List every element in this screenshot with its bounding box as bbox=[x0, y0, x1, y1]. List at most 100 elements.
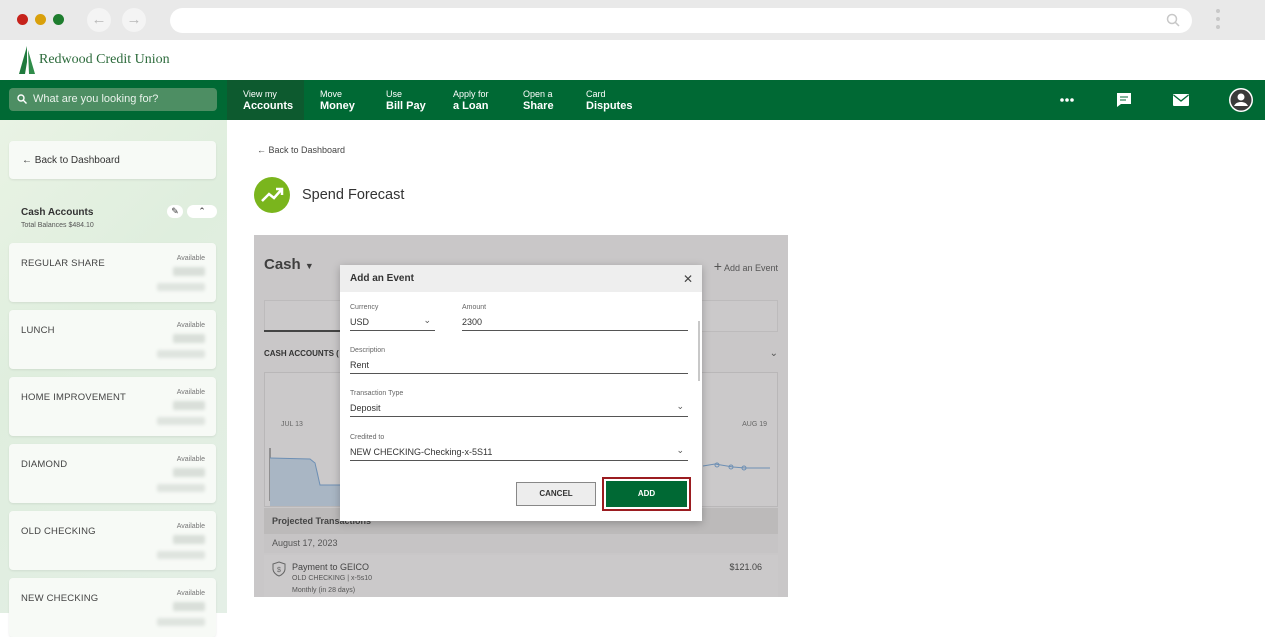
available-label: Available bbox=[176, 322, 205, 329]
section-label: CASH ACCOUNTS ( bbox=[264, 349, 339, 358]
brand-name: Redwood Credit Union bbox=[39, 52, 170, 67]
nav-label-line1: Card bbox=[586, 89, 606, 99]
blurred-detail bbox=[157, 618, 205, 626]
chevron-down-icon: ⌄ bbox=[423, 315, 431, 325]
blurred-detail bbox=[157, 417, 205, 425]
date-header: August 17, 2023 bbox=[264, 534, 778, 553]
account-card-home-improvement[interactable]: HOME IMPROVEMENT Available bbox=[9, 377, 216, 436]
cash-accounts-total: Total Balances $484.10 bbox=[21, 222, 94, 229]
nav-open-share[interactable]: Open a Share bbox=[523, 80, 554, 120]
edit-icon[interactable]: ✎ bbox=[167, 205, 183, 218]
account-name: NEW CHECKING bbox=[21, 593, 99, 604]
address-bar[interactable] bbox=[170, 8, 1192, 33]
back-to-dashboard-button[interactable]: ← Back to Dashboard bbox=[9, 141, 216, 179]
currency-value: USD bbox=[350, 317, 370, 327]
nav-label-line2: Bill Pay bbox=[386, 100, 426, 112]
transaction-frequency: Monthly (in 28 days) bbox=[292, 587, 356, 594]
cash-dropdown-label: Cash bbox=[264, 256, 301, 273]
account-name: DIAMOND bbox=[21, 459, 68, 470]
available-label: Available bbox=[176, 456, 205, 463]
account-card-regular-share[interactable]: REGULAR SHARE Available bbox=[9, 243, 216, 302]
nav-card-disputes[interactable]: Card Disputes bbox=[586, 80, 632, 120]
breadcrumb-back-link[interactable]: ← Back to Dashboard bbox=[257, 145, 345, 155]
add-event-link[interactable]: + Add an Event bbox=[714, 258, 778, 274]
nav-apply-loan[interactable]: Apply for a Loan bbox=[453, 80, 489, 120]
browser-menu-icon[interactable] bbox=[1216, 9, 1222, 33]
plus-icon: + bbox=[713, 258, 722, 274]
blurred-detail bbox=[157, 484, 205, 492]
chevron-down-icon: ⌄ bbox=[676, 401, 684, 411]
transaction-title: Payment to GEICO bbox=[292, 562, 370, 572]
logo[interactable]: Redwood Credit Union bbox=[18, 46, 170, 74]
cancel-button[interactable]: CANCEL bbox=[516, 482, 596, 506]
blurred-balance bbox=[173, 468, 205, 477]
account-name: HOME IMPROVEMENT bbox=[21, 392, 127, 403]
brand-bar: Redwood Credit Union bbox=[0, 40, 1265, 80]
trending-up-icon bbox=[254, 177, 290, 213]
nav-view-accounts[interactable]: View my Accounts bbox=[227, 80, 304, 120]
add-event-modal: Add an Event ✕ Currency USD ⌄ Amount 2300… bbox=[340, 265, 702, 521]
svg-text:$: $ bbox=[277, 567, 281, 574]
mail-icon[interactable] bbox=[1172, 91, 1190, 109]
nav-label-line1: Apply for bbox=[453, 89, 489, 99]
profile-icon[interactable] bbox=[1229, 88, 1253, 112]
nav-label-line1: View my bbox=[243, 89, 277, 99]
search-placeholder: What are you looking for? bbox=[33, 93, 159, 105]
forward-arrow-icon[interactable]: → bbox=[122, 8, 146, 32]
credited-to-select[interactable]: Credited to NEW CHECKING-Checking-x-5S11… bbox=[350, 434, 688, 461]
search-input[interactable]: What are you looking for? bbox=[9, 88, 217, 111]
back-arrow-icon: ← bbox=[257, 145, 266, 155]
close-window-dot[interactable] bbox=[17, 14, 28, 25]
minimize-window-dot[interactable] bbox=[35, 14, 46, 25]
blurred-balance bbox=[173, 334, 205, 343]
blurred-balance bbox=[173, 401, 205, 410]
cash-dropdown[interactable]: Cash ▼ bbox=[264, 256, 314, 273]
available-label: Available bbox=[176, 523, 205, 530]
description-field[interactable]: Description Rent bbox=[350, 347, 688, 374]
redwood-tree-icon bbox=[19, 46, 35, 74]
back-arrow-icon[interactable]: ← bbox=[87, 8, 111, 32]
dollar-shield-icon: $ bbox=[272, 561, 286, 577]
available-label: Available bbox=[176, 590, 205, 597]
nav-label-line2: a Loan bbox=[453, 100, 489, 112]
account-card-lunch[interactable]: LUNCH Available bbox=[9, 310, 216, 369]
description-value: Rent bbox=[350, 360, 688, 374]
nav-move-money[interactable]: Move Money bbox=[320, 80, 355, 120]
back-arrow-icon: ← bbox=[22, 155, 32, 166]
nav-bill-pay[interactable]: Use Bill Pay bbox=[386, 80, 426, 120]
transaction-account: OLD CHECKING | x-5s10 bbox=[292, 575, 373, 582]
nav-label-line2: Money bbox=[320, 100, 355, 112]
browser-chrome: ← → bbox=[0, 0, 1265, 40]
accounts-sidebar: ← Back to Dashboard Cash Accounts Total … bbox=[0, 120, 227, 637]
maximize-window-dot[interactable] bbox=[53, 14, 64, 25]
credited-to-value: NEW CHECKING-Checking-x-5S11 bbox=[350, 447, 493, 457]
breadcrumb-label: Back to Dashboard bbox=[268, 145, 346, 155]
chevron-down-icon[interactable]: ⌄ bbox=[770, 348, 778, 359]
blurred-balance bbox=[173, 602, 205, 611]
transaction-type-select[interactable]: Transaction Type Deposit ⌄ bbox=[350, 390, 688, 417]
chat-icon[interactable] bbox=[1115, 91, 1133, 109]
transaction-row[interactable]: $ Payment to GEICO OLD CHECKING | x-5s10… bbox=[264, 555, 778, 597]
chevron-up-icon[interactable]: ⌃ bbox=[187, 205, 217, 218]
account-name: OLD CHECKING bbox=[21, 526, 96, 537]
modal-scrollbar[interactable] bbox=[698, 321, 700, 381]
blurred-detail bbox=[157, 350, 205, 358]
search-icon bbox=[1166, 13, 1180, 27]
account-card-new-checking[interactable]: NEW CHECKING Available bbox=[9, 578, 216, 637]
currency-label: Currency bbox=[350, 304, 379, 311]
close-icon[interactable]: ✕ bbox=[683, 272, 693, 286]
amount-field[interactable]: Amount 2300 bbox=[462, 304, 688, 331]
nav-label-line2: Accounts bbox=[243, 100, 294, 112]
currency-select[interactable]: Currency USD ⌄ bbox=[350, 304, 435, 331]
account-card-diamond[interactable]: DIAMOND Available bbox=[9, 444, 216, 503]
add-event-label: Add an Event bbox=[723, 263, 778, 273]
page-title: Spend Forecast bbox=[302, 187, 405, 203]
search-icon bbox=[17, 94, 27, 104]
blurred-balance bbox=[173, 267, 205, 276]
add-button[interactable]: ADD bbox=[606, 481, 687, 507]
amount-value: 2300 bbox=[462, 317, 688, 331]
more-icon[interactable] bbox=[1058, 91, 1076, 109]
account-card-old-checking[interactable]: OLD CHECKING Available bbox=[9, 511, 216, 570]
account-name: REGULAR SHARE bbox=[21, 258, 105, 269]
nav-label-line2: Share bbox=[523, 100, 554, 112]
